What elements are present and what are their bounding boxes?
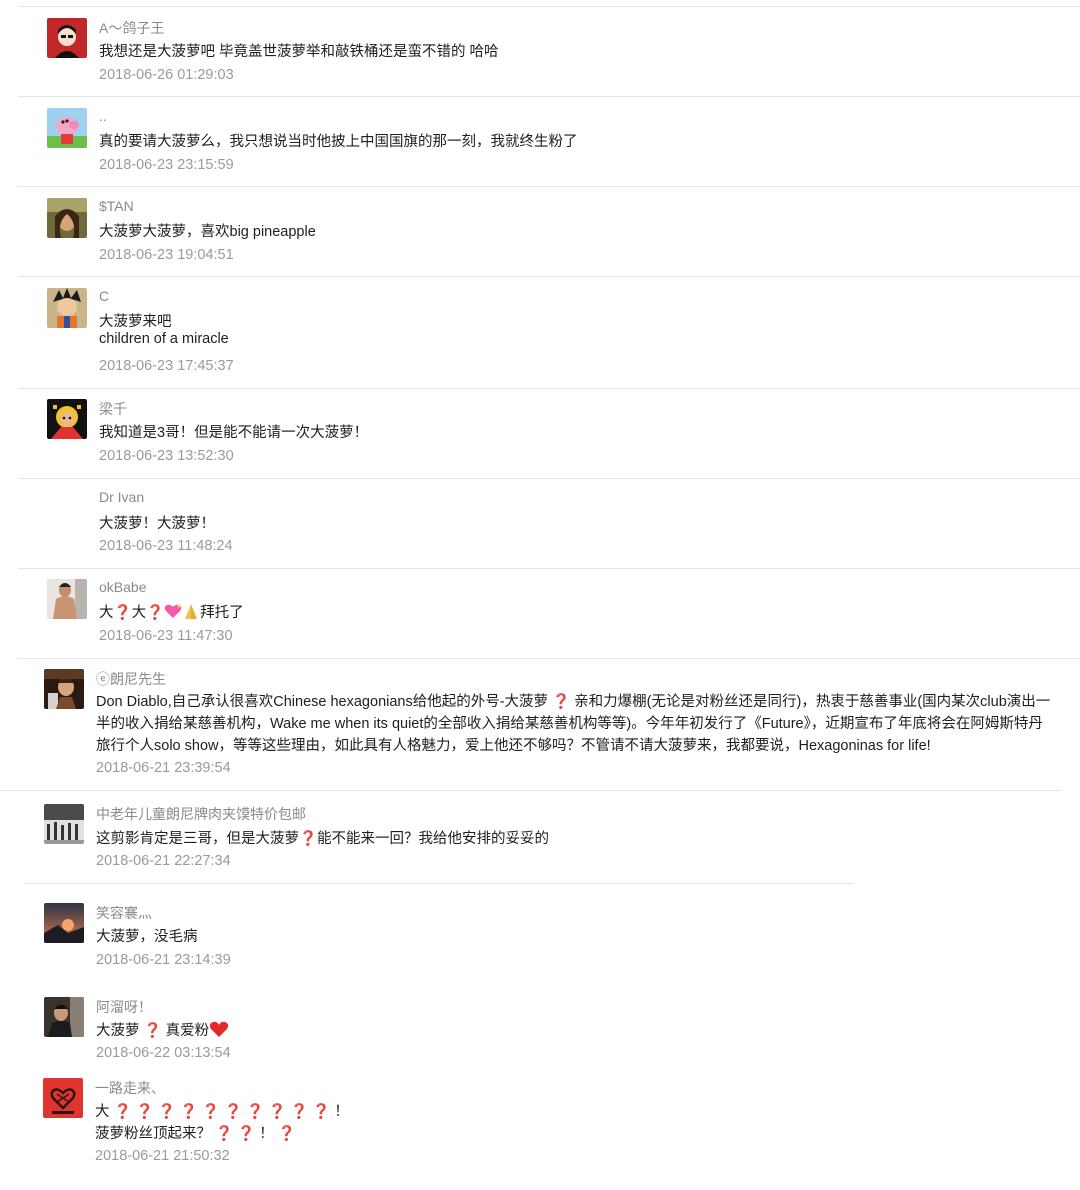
divider [0, 790, 1062, 791]
avatar[interactable] [44, 997, 84, 1037]
comment-text: children of a miracle [99, 331, 229, 347]
comment-author[interactable]: 阿溜呀！ [96, 997, 152, 1017]
comment-author[interactable]: .. [99, 108, 107, 124]
avatar[interactable] [47, 579, 87, 619]
comment-timestamp: 2018-06-23 13:52:30 [99, 448, 234, 464]
comment-author[interactable]: okBabe [99, 579, 146, 595]
avatar[interactable] [47, 108, 87, 148]
divider [18, 658, 1080, 659]
comment-text: 半的收入捐给某慈善机构，Wake me when its quiet的全部收入捐… [96, 716, 1043, 732]
comment-author[interactable]: C [99, 288, 109, 304]
comment-timestamp: 2018-06-21 21:50:32 [95, 1148, 230, 1164]
comment-text: Don Diablo,自己承认很喜欢Chinese hexagonians给他起… [96, 694, 1051, 710]
avatar[interactable] [44, 804, 84, 844]
divider [18, 96, 1080, 97]
avatar[interactable] [47, 18, 87, 58]
avatar[interactable] [44, 903, 84, 943]
red-question-mark-icon: ❓ [548, 694, 575, 710]
red-question-mark-icon: ❓ [299, 831, 318, 847]
comment-timestamp: 2018-06-21 23:39:54 [96, 760, 231, 776]
comment-author[interactable]: ⓔ朗尼先生 [96, 669, 166, 689]
comment-text: 真的要请大菠萝么，我只想说当时他披上中国国旗的那一刻，我就终生粉了 [99, 134, 578, 150]
comment-author[interactable]: 梁千 [99, 399, 127, 419]
comment-timestamp: 2018-06-23 11:48:24 [99, 538, 233, 554]
avatar[interactable] [47, 198, 87, 238]
comment-author[interactable]: 中老年儿童朗尼牌肉夹馍特价包邮 [96, 804, 306, 824]
red-question-mark-icon: ❓ [139, 1023, 166, 1039]
comment-text: 大❓大❓ 拜托了 [99, 601, 244, 624]
comment-text: 大菠萝来吧 [99, 314, 172, 330]
comment-text: 这剪影肯定是三哥，但是大菠萝❓能不能来一回？我给他安排的妥妥的 [96, 831, 550, 847]
divider [18, 388, 1080, 389]
avatar[interactable] [43, 1078, 83, 1118]
comment-timestamp: 2018-06-26 01:29:03 [99, 67, 234, 83]
comment-author[interactable]: $TAN [99, 198, 134, 214]
avatar[interactable] [47, 399, 87, 439]
avatar[interactable] [44, 669, 84, 709]
comment-text: 我想还是大菠萝吧 毕竟盖世菠萝举和敲铁桶还是蛮不错的 哈哈 [99, 44, 499, 60]
comment-timestamp: 2018-06-23 19:04:51 [99, 247, 234, 263]
red-question-mark-icon: ❓ ❓ ❓ ❓ ❓ ❓ ❓ ❓ ❓ ❓ [109, 1104, 335, 1120]
avatar[interactable] [47, 288, 87, 328]
red-heart-icon [209, 1020, 229, 1042]
red-question-mark-icon: ❓ ❓ [211, 1126, 260, 1142]
comment-text: 旅行个人solo show，等等这些理由，如此具有人格魅力，爱上他还不够吗？不管… [96, 738, 931, 754]
comment-text: 我知道是3哥！但是能不能请一次大菠萝！ [99, 425, 369, 441]
divider [18, 478, 1080, 479]
comment-author[interactable]: Dr Ivan [99, 489, 144, 505]
comment-author[interactable]: 一路走来、 [95, 1078, 165, 1098]
comment-timestamp: 2018-06-23 23:15:59 [99, 157, 234, 173]
red-question-mark-icon: ❓ [113, 605, 132, 621]
comment-timestamp: 2018-06-21 22:27:34 [96, 853, 231, 869]
divider [18, 276, 1080, 277]
divider [24, 883, 854, 884]
comment-text: 大菠萝 ❓ 真爱粉 [96, 1019, 229, 1042]
comment-timestamp: 2018-06-22 03:13:54 [96, 1045, 231, 1061]
comment-author[interactable]: 笑容褰灬 [96, 903, 152, 923]
comment-text: 大 ❓ ❓ ❓ ❓ ❓ ❓ ❓ ❓ ❓ ❓ ！ [95, 1104, 349, 1120]
top-divider [18, 6, 1080, 7]
sparkling-heart-icon [164, 603, 182, 623]
comment-timestamp: 2018-06-23 11:47:30 [99, 628, 233, 644]
comment-text: 大菠萝，没毛病 [96, 929, 198, 945]
folded-hands-icon [182, 602, 200, 624]
divider [18, 568, 1080, 569]
divider [18, 186, 1080, 187]
red-question-mark-icon: ❓ [273, 1126, 296, 1142]
comment-author[interactable]: A～鸽子王 [99, 18, 164, 38]
red-question-mark-icon: ❓ [146, 605, 165, 621]
comment-timestamp: 2018-06-23 17:45:37 [99, 358, 234, 374]
comment-timestamp: 2018-06-21 23:14:39 [96, 952, 231, 968]
comment-text: 大菠萝！大菠萝！ [99, 516, 215, 532]
comment-text: 大菠萝大菠萝，喜欢big pineapple [99, 224, 316, 240]
comment-text: 菠萝粉丝顶起来？ ❓ ❓ ！ ❓ [95, 1126, 296, 1142]
